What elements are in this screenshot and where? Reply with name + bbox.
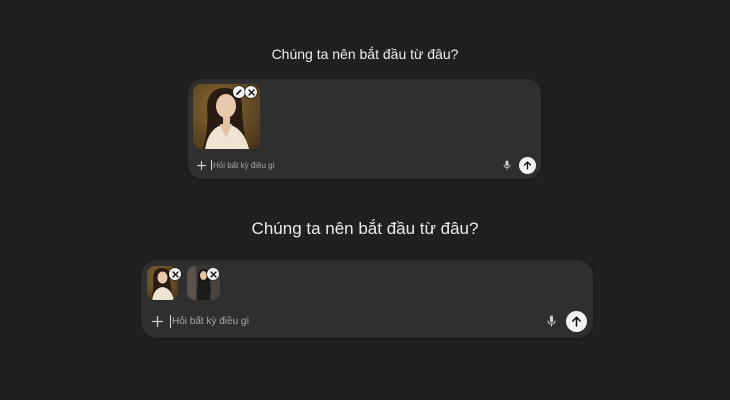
remove-image-button[interactable] (207, 268, 219, 280)
prompt-field[interactable] (170, 314, 510, 328)
plus-icon (196, 160, 206, 170)
edit-image-button[interactable] (233, 86, 245, 98)
close-icon (247, 88, 255, 96)
text-cursor (170, 314, 171, 328)
text-cursor (211, 160, 212, 170)
add-attachment-button[interactable] (195, 159, 207, 171)
arrow-up-icon (572, 316, 581, 327)
page-title: Chúng ta nên bắt đầu từ đâu? (251, 219, 479, 238)
remove-image-button[interactable] (245, 86, 257, 98)
microphone-icon (547, 315, 555, 327)
voice-input-button[interactable] (501, 159, 513, 171)
add-attachment-button[interactable] (150, 314, 164, 328)
page-title: Chúng ta nên bắt đầu từ đâu? (271, 46, 459, 62)
send-button[interactable] (566, 311, 587, 332)
composer (188, 79, 541, 179)
arrow-up-icon (523, 161, 532, 170)
close-icon (209, 270, 217, 278)
send-button[interactable] (519, 157, 536, 174)
remove-image-button[interactable] (169, 268, 181, 280)
prompt-input[interactable] (213, 160, 463, 170)
composer (141, 260, 593, 338)
close-icon (171, 270, 179, 278)
prompt-field[interactable] (211, 159, 471, 171)
prompt-input[interactable] (172, 315, 502, 327)
microphone-icon (503, 160, 511, 170)
plus-icon (151, 315, 163, 327)
voice-input-button[interactable] (544, 314, 558, 328)
pencil-icon (236, 89, 242, 95)
